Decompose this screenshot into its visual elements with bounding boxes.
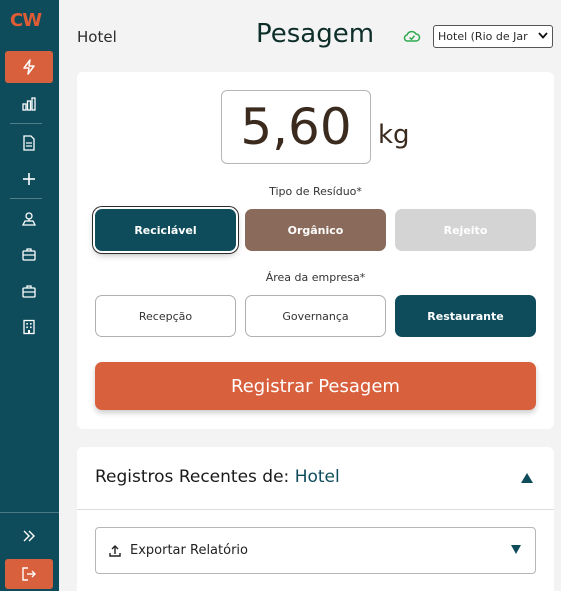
waste-type-organico[interactable]: Orgânico — [245, 209, 386, 251]
weight-unit: kg — [378, 120, 410, 150]
sidebar-item-documents[interactable] — [5, 127, 53, 159]
waste-type-reciclavel[interactable]: Reciclável — [95, 209, 236, 251]
scale-icon — [19, 209, 39, 229]
upload-icon — [108, 544, 122, 558]
hotel-select[interactable]: Hotel (Rio de Jar — [433, 25, 553, 48]
area-recepcao[interactable]: Recepção — [95, 295, 236, 337]
briefcase-icon — [19, 281, 39, 301]
export-report-label: Exportar Relatório — [130, 543, 248, 558]
triangle-up-icon — [520, 469, 534, 488]
logout-icon — [19, 564, 39, 584]
building-icon — [19, 317, 39, 337]
sidebar-item-business[interactable] — [5, 275, 53, 307]
sidebar-expand-button[interactable] — [5, 520, 53, 552]
register-weighing-button[interactable]: Registrar Pesagem — [95, 362, 536, 410]
logout-button[interactable] — [5, 559, 53, 589]
sidebar-item-add[interactable] — [5, 163, 53, 195]
records-divider — [77, 509, 554, 510]
page-title: Pesagem — [256, 19, 375, 49]
waste-type-label: Tipo de Resíduo* — [269, 185, 362, 198]
records-collapse-button[interactable] — [519, 470, 535, 486]
sidebar-item-company[interactable] — [5, 238, 53, 270]
records-title-hotel: Hotel — [294, 467, 340, 487]
plus-icon — [19, 169, 39, 189]
chevron-down-icon — [538, 31, 548, 42]
sidebar: CW — [0, 0, 59, 591]
lightning-icon — [19, 57, 39, 77]
weight-value[interactable]: 5,60 — [221, 90, 371, 164]
area-label: Área da empresa* — [265, 271, 366, 284]
bar-chart-icon — [19, 94, 39, 114]
area-restaurante[interactable]: Restaurante — [395, 295, 536, 337]
sidebar-item-weighing[interactable] — [5, 203, 53, 235]
header-hotel-label: Hotel — [77, 28, 117, 46]
cloud-check-icon[interactable] — [403, 28, 421, 44]
records-title: Registros Recentes de: Hotel — [95, 467, 340, 487]
sidebar-item-hotels[interactable] — [5, 311, 53, 343]
document-icon — [19, 133, 39, 153]
double-chevron-right-icon — [19, 526, 39, 546]
triangle-down-icon — [510, 543, 522, 555]
sidebar-item-dashboard[interactable] — [5, 51, 53, 83]
briefcase-icon — [19, 244, 39, 264]
area-governanca[interactable]: Governança — [245, 295, 386, 337]
sidebar-item-reports[interactable] — [5, 88, 53, 120]
export-report-dropdown[interactable]: Exportar Relatório — [95, 527, 536, 574]
waste-type-rejeito[interactable]: Rejeito — [395, 209, 536, 251]
records-title-prefix: Registros Recentes de: — [95, 467, 290, 487]
app-logo: CW — [10, 10, 42, 31]
hotel-select-value: Hotel (Rio de Jar — [438, 30, 528, 43]
